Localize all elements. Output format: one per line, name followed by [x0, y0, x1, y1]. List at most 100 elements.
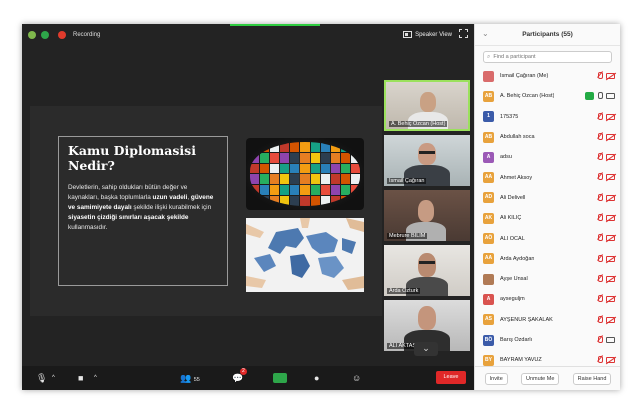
flag-tile	[330, 196, 340, 206]
panel-header: ⌄ Participants (55)	[475, 24, 620, 46]
avatar: AB	[483, 131, 494, 143]
participant-row[interactable]: AA Ahmet Aksoy	[475, 167, 620, 187]
participant-row[interactable]: AS AYŞENUR ŞAKALAK	[475, 310, 620, 330]
participant-row[interactable]: Ayşe Ünsal	[475, 269, 620, 289]
participant-row[interactable]: 1 175375	[475, 107, 620, 127]
caret-up-icon[interactable]: ^	[52, 371, 55, 385]
video-tile[interactable]: İsmail Çağıran	[384, 135, 470, 186]
flag-tile	[260, 152, 270, 163]
raise-hand-button[interactable]: Raise Hand	[572, 372, 612, 385]
microphone-muted-icon[interactable]	[597, 132, 603, 141]
unmute-me-button[interactable]: Unmute Me	[520, 372, 560, 385]
caret-up-icon[interactable]: ^	[94, 371, 97, 385]
participant-status	[597, 193, 615, 202]
flag-tile	[330, 152, 340, 163]
participant-row[interactable]: BÖ Barış Özdarlı	[475, 330, 620, 350]
invite-button[interactable]: Invite	[484, 372, 508, 385]
microphone-muted-icon[interactable]	[597, 112, 603, 121]
chat-button[interactable]: 💬 2	[232, 368, 247, 385]
info-icon[interactable]	[41, 31, 49, 39]
participant-row[interactable]: AB A. Behiç Özcan (Host)	[475, 86, 620, 106]
video-camera-off-icon[interactable]	[606, 133, 615, 140]
reactions-icon[interactable]: ☺	[352, 371, 361, 385]
share-screen-icon[interactable]	[273, 373, 287, 383]
microphone-muted-icon[interactable]	[597, 193, 603, 202]
microphone-muted-icon[interactable]	[597, 335, 603, 344]
recording-label: Recording	[73, 32, 101, 38]
microphone-muted-icon[interactable]	[597, 214, 603, 222]
microphone-muted-icon[interactable]	[597, 72, 603, 80]
microphone-muted-icon[interactable]	[597, 356, 603, 364]
participant-row[interactable]: AÖ ALİ ÖCAL	[475, 228, 620, 248]
participant-name: 175375	[500, 113, 519, 120]
leave-button[interactable]: Leave	[436, 371, 466, 384]
video-camera-off-icon[interactable]	[606, 255, 615, 262]
microphone-icon[interactable]	[597, 92, 603, 100]
flag-tile	[310, 142, 320, 152]
participant-status	[597, 132, 615, 141]
fullscreen-icon[interactable]	[459, 29, 468, 38]
participant-name: Abdullah soca	[500, 134, 535, 141]
flags-globe	[250, 142, 360, 206]
participant-row[interactable]: AB Abdullah soca	[475, 127, 620, 147]
microphone-muted-icon[interactable]	[597, 274, 603, 283]
microphone-muted-icon[interactable]	[597, 295, 603, 303]
flag-tile	[310, 174, 320, 185]
video-camera-off-icon[interactable]	[606, 194, 615, 201]
participant-row[interactable]: AK Ali KILIÇ	[475, 208, 620, 228]
record-icon[interactable]: ●	[314, 371, 319, 385]
participant-row[interactable]: BY BAYRAM YAVUZ	[475, 350, 620, 366]
participant-status	[597, 112, 615, 121]
participant-status	[597, 295, 615, 303]
microphone-muted-icon[interactable]	[597, 173, 603, 181]
video-camera-icon[interactable]	[606, 336, 615, 343]
microphone-icon[interactable]: 🎙	[36, 371, 47, 385]
participants-panel: ⌄ Participants (55) ⌕ İsmail Çağıran (Me…	[474, 24, 620, 390]
microphone-muted-icon[interactable]	[597, 234, 603, 242]
video-camera-off-icon[interactable]	[606, 154, 615, 161]
avatar	[483, 273, 494, 285]
video-camera-off-icon[interactable]	[606, 73, 615, 79]
participant-row[interactable]: AD Ali Delivell	[475, 188, 620, 208]
microphone-muted-icon[interactable]	[597, 153, 603, 161]
tile-name: Arda Özturk	[387, 288, 421, 294]
video-tile[interactable]: Mebrure BİLİM	[384, 190, 470, 241]
participant-row[interactable]: AA Arda Aydoğan	[475, 249, 620, 269]
participant-row[interactable]: Aadsu	[475, 147, 620, 167]
video-tile[interactable]: A. Behiç Özcan (Host)	[384, 80, 470, 131]
microphone-muted-icon[interactable]	[597, 315, 603, 324]
video-camera-off-icon[interactable]	[606, 113, 615, 120]
avatar: AÖ	[483, 233, 494, 245]
video-camera-off-icon[interactable]	[606, 296, 615, 303]
shared-screen: Kamu Diplomasisi Nedir? Devletlerin, sah…	[30, 106, 382, 316]
video-camera-icon[interactable]	[606, 93, 615, 100]
flag-tile	[250, 185, 260, 196]
participant-row[interactable]: İsmail Çağıran (Me)	[475, 66, 620, 86]
flag-tile	[270, 196, 280, 206]
chevron-down-icon[interactable]: ⌄	[482, 29, 489, 38]
video-tile[interactable]: Arda Özturk	[384, 245, 470, 296]
video-camera-icon[interactable]: ■	[78, 371, 83, 385]
search-input[interactable]	[493, 54, 604, 60]
participant-row[interactable]: Aayseguljm	[475, 289, 620, 309]
avatar: 1	[483, 111, 494, 123]
flag-tile	[320, 163, 330, 174]
participant-search[interactable]: ⌕	[483, 51, 612, 63]
participant-list: İsmail Çağıran (Me) AB A. Behiç Özcan (Hos…	[475, 66, 620, 366]
chevron-down-icon[interactable]: ⌄	[414, 342, 438, 356]
flag-tile	[300, 163, 310, 174]
slide-body: Devletlerin, sahip oldukları bütün değer…	[68, 183, 218, 233]
video-camera-off-icon[interactable]	[606, 357, 615, 364]
video-camera-off-icon[interactable]	[606, 215, 615, 222]
video-camera-off-icon[interactable]	[606, 275, 615, 282]
participants-button[interactable]: 👥 55	[180, 371, 200, 385]
participant-name: Barış Özdarlı	[500, 337, 533, 343]
panel-title: Participants (55)	[522, 31, 573, 38]
speaker-view-button[interactable]: Speaker View	[403, 29, 452, 40]
shield-icon[interactable]	[28, 31, 36, 39]
microphone-muted-icon[interactable]	[597, 254, 603, 263]
video-camera-off-icon[interactable]	[606, 174, 615, 181]
video-camera-off-icon[interactable]	[606, 316, 615, 323]
flag-tile	[320, 174, 330, 185]
video-camera-off-icon[interactable]	[606, 235, 615, 242]
